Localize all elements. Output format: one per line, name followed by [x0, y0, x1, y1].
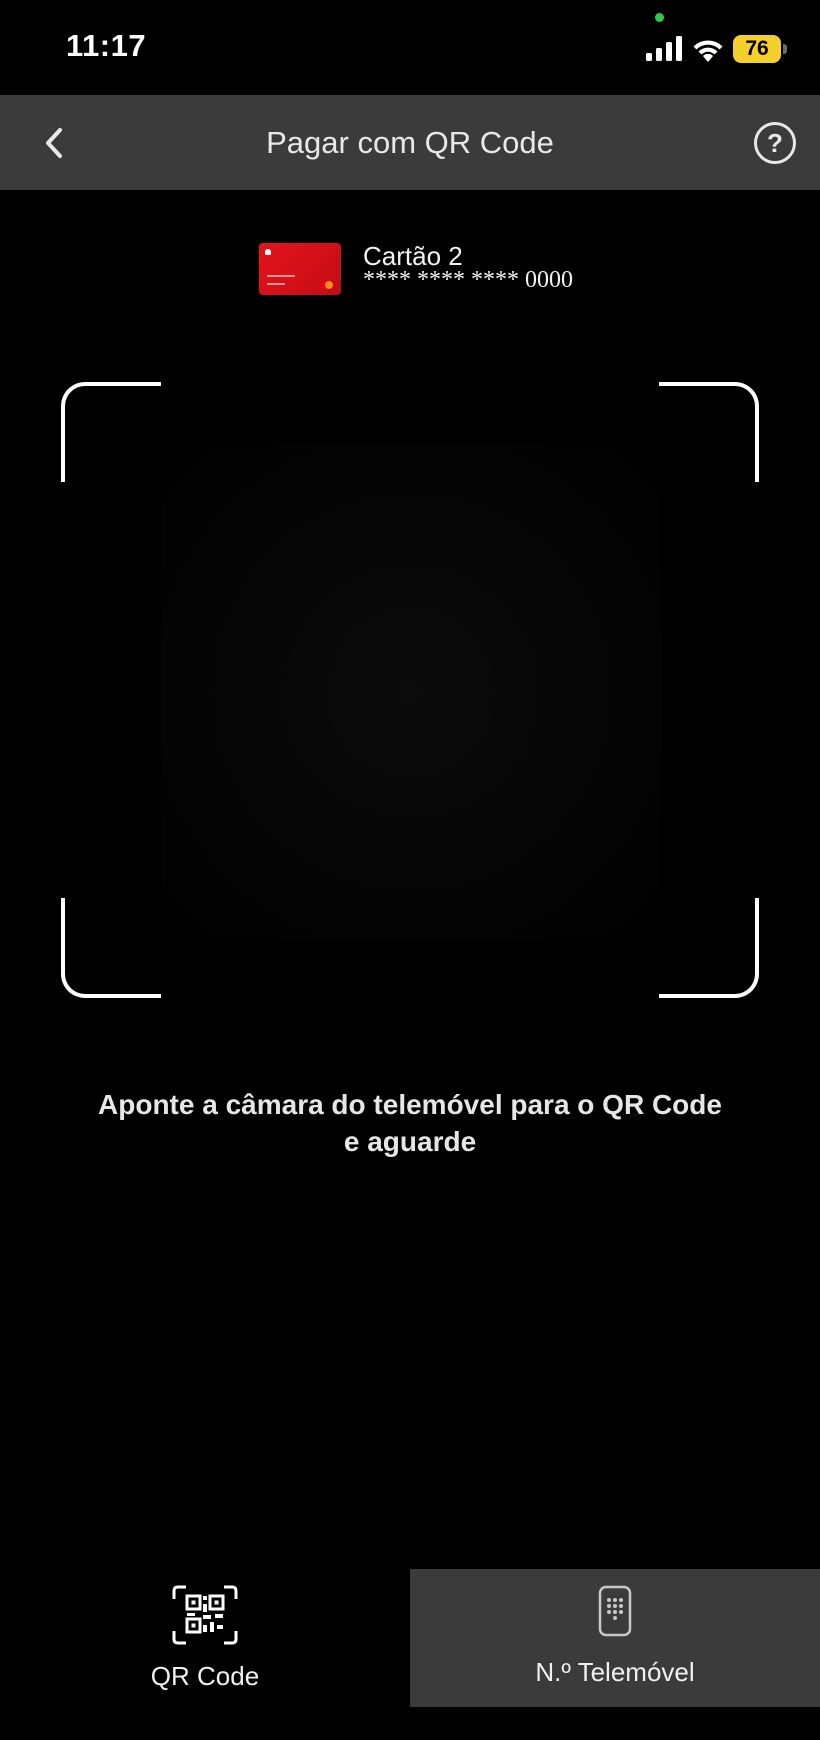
scan-instruction-line1: Aponte a câmara do telemóvel para o QR C…	[98, 1089, 722, 1120]
payment-method-tabs: QR Code N.º Telemóvel	[0, 1569, 820, 1707]
battery-tip	[783, 44, 787, 54]
card-number: **** **** **** 0000	[363, 267, 573, 293]
scan-corner-bottom-right	[659, 898, 759, 998]
tab-qr-code-label: QR Code	[150, 1661, 260, 1691]
page-title: Pagar com QR Code	[266, 125, 554, 160]
battery-indicator: 76	[733, 35, 789, 63]
navigation-header: Pagar com QR Code	[0, 95, 820, 190]
help-button[interactable]: ?	[754, 122, 796, 164]
tab-phone-number-label: N.º Telemóvel	[535, 1657, 695, 1687]
tab-phone-number[interactable]: N.º Telemóvel	[410, 1569, 820, 1707]
battery-level: 76	[733, 35, 781, 63]
scan-instruction: Aponte a câmara do telemóvel para o QR C…	[80, 1086, 740, 1160]
card-image	[259, 243, 341, 295]
scan-corner-top-left	[61, 382, 161, 482]
tab-qr-code[interactable]: QR Code	[0, 1569, 410, 1707]
scan-corner-top-right	[659, 382, 759, 482]
scan-corner-bottom-left	[61, 898, 161, 998]
camera-indicator-dot	[655, 13, 664, 22]
status-time: 11:17	[66, 28, 147, 63]
phone-keypad-icon	[598, 1585, 632, 1637]
qr-scan-frame	[61, 382, 759, 998]
wifi-icon	[693, 40, 723, 62]
camera-preview	[161, 442, 661, 942]
status-bar: 11:17 76	[0, 0, 820, 95]
qr-code-icon	[172, 1585, 238, 1645]
cellular-signal-icon	[646, 36, 682, 61]
scan-instruction-line2: e aguarde	[343, 1126, 477, 1157]
